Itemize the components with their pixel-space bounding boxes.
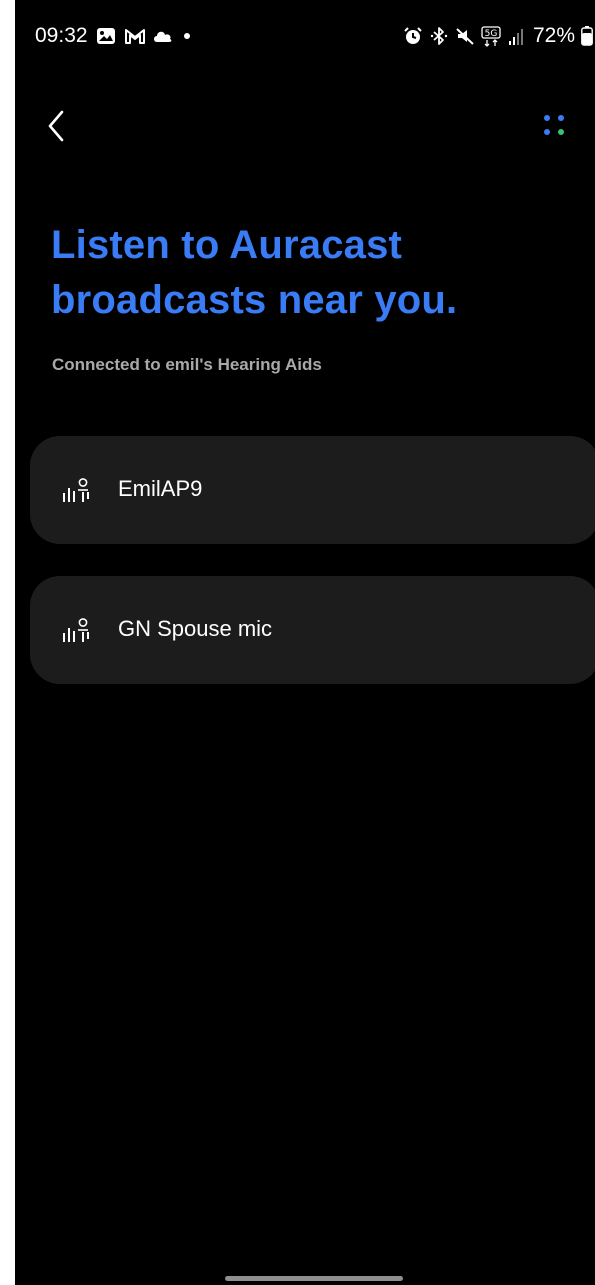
alarm-icon [403, 26, 423, 46]
battery-percent: 72% [532, 24, 575, 47]
status-left: 09:32 [35, 24, 190, 48]
auracast-broadcast-icon [62, 478, 90, 504]
page-title-line2: broadcasts near you. [51, 278, 458, 322]
menu-dot [544, 115, 550, 121]
auracast-broadcast-icon [62, 618, 90, 644]
menu-dot [558, 129, 564, 135]
broadcast-name: GN Spouse mic [118, 616, 273, 641]
menu-dot [544, 129, 550, 135]
notification-dot [183, 33, 190, 39]
home-indicator[interactable] [225, 1276, 403, 1281]
back-button[interactable] [45, 104, 85, 148]
signal-icon [507, 26, 527, 46]
more-options-button[interactable] [534, 106, 578, 150]
chevron-left-icon [48, 110, 64, 142]
broadcast-name: EmilAP9 [118, 476, 203, 501]
broadcast-item-gn-spouse-mic[interactable]: GN Spouse mic [30, 576, 595, 684]
status-time: 09:32 [35, 24, 88, 47]
status-right: 5G 72% [403, 24, 593, 48]
broadcast-item-emilap9[interactable]: EmilAP9 [30, 436, 595, 544]
connection-status: Connected to emil's Hearing Aids [52, 355, 322, 374]
gmail-icon [124, 26, 145, 46]
5g-icon: 5G [481, 26, 501, 47]
status-bar: 09:32 5G 72% [15, 0, 595, 72]
svg-text:5G: 5G [485, 29, 498, 39]
battery-icon [581, 26, 593, 46]
gallery-icon [96, 26, 116, 46]
cloud-icon [152, 26, 172, 46]
screen: 09:32 5G 72% Listen to Auracast broadcas… [15, 0, 595, 1285]
page-title-line1: Listen to Auracast [51, 223, 403, 267]
menu-dot [558, 115, 564, 121]
mute-icon [455, 26, 475, 46]
more-options-icon [534, 106, 578, 150]
page-title: Listen to Auracast broadcasts near you. [51, 218, 571, 328]
bluetooth-icon [429, 26, 449, 46]
